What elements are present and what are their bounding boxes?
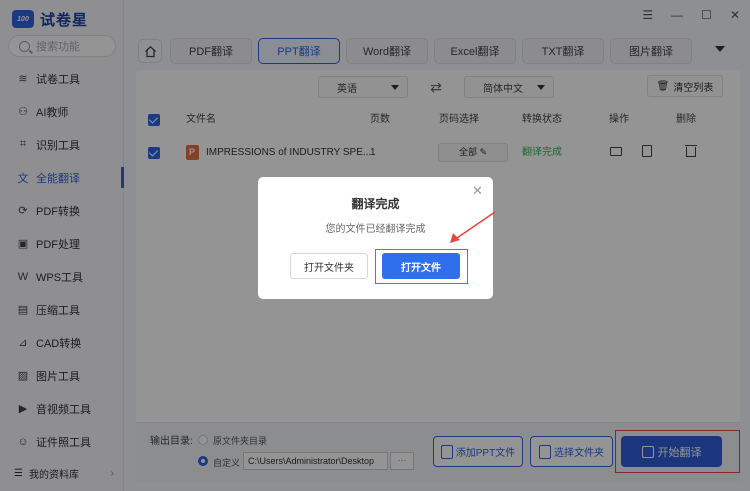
annotation-arrow-icon [450, 211, 496, 243]
open-file-highlight-box [375, 249, 468, 284]
app-window: 100 试卷星 搜索功能 ≋ 试卷工具 ⚇ AI教师 ⌗ 识别工具文全能翻译 ⟳ PDF转换 ▣… [0, 0, 750, 491]
open-folder-button[interactable]: 打开文件夹 [290, 253, 368, 279]
close-icon[interactable]: ✕ [472, 183, 483, 199]
